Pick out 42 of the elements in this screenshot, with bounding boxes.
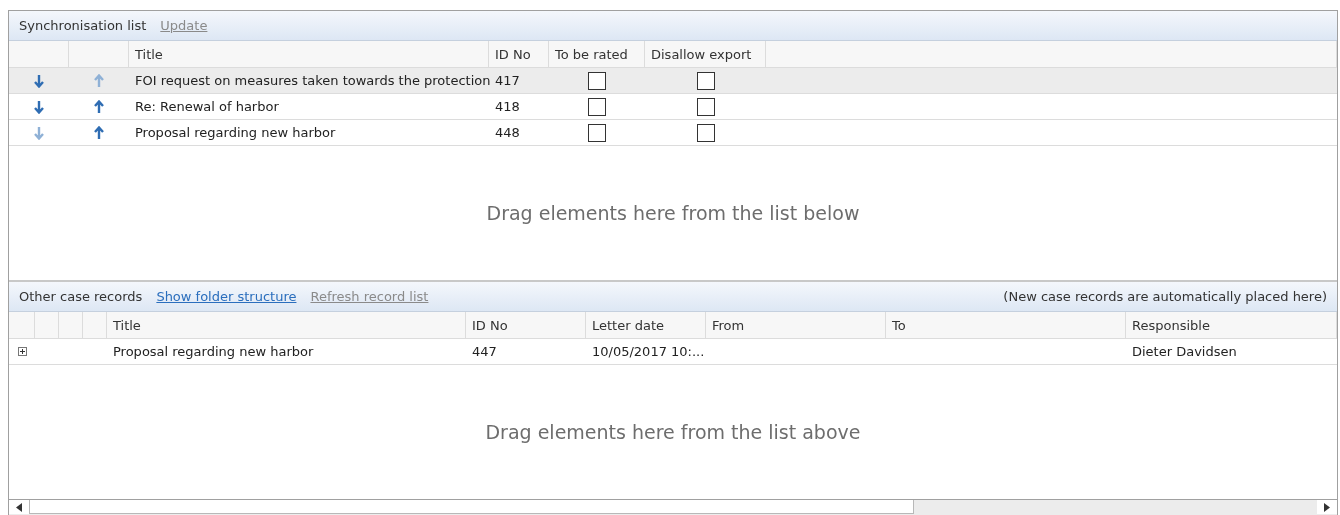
table-row[interactable]: FOI request on measures taken towards the protection 417 [9,68,1337,94]
arrow-down-icon[interactable] [34,99,44,114]
column-header[interactable]: Letter date [586,312,706,338]
table-cell-text: 418 [494,98,521,116]
table-cell-text: 417 [494,72,521,90]
table-cell-text: Re: Renewal of harbor [134,98,280,116]
column-header[interactable]: To [886,312,1126,338]
checkbox[interactable] [696,123,715,142]
info-note: (New case records are automatically placed here) [1003,289,1327,304]
scroll-right-icon[interactable] [1324,502,1330,512]
column-header[interactable]: Title [107,312,466,338]
checkbox[interactable] [696,97,715,116]
column-header[interactable]: Title [129,41,489,67]
checkbox[interactable] [588,123,606,142]
table-cell-text: Proposal regarding new harbor [134,124,337,142]
table-cell-text: Proposal regarding new harbor [112,343,315,361]
arrow-up-icon[interactable] [94,99,104,114]
column-header[interactable]: To be rated [549,41,645,67]
table-cell-text: 447 [471,343,498,361]
section-title: Other case records [19,289,143,304]
horizontal-scrollbar[interactable] [9,499,1337,515]
arrow-up-icon[interactable] [94,125,104,140]
drop-hint: Drag elements here from the list below [486,202,860,224]
scrollbar-thumb[interactable] [29,500,914,514]
table-cell-text: FOI request on measures taken towards the protection [134,72,489,90]
column-header[interactable]: ID No [489,41,549,67]
column-header[interactable]: ID No [466,312,586,338]
column-header[interactable]: Responsible [1126,312,1337,338]
arrow-down-icon[interactable] [34,73,44,88]
checkbox[interactable] [696,71,715,90]
section-title: Synchronisation list [19,18,147,33]
checkbox[interactable] [588,97,606,116]
table-cell-text: 448 [494,124,521,142]
expand-icon[interactable] [17,347,27,356]
drop-hint: Drag elements here from the list above [485,421,861,443]
checkbox[interactable] [588,71,606,90]
column-header[interactable]: Disallow export [645,41,766,67]
table-cell-text: Dieter Davidsen [1131,343,1238,361]
column-header[interactable]: From [706,312,886,338]
table-cell-text: 10/05/2017 10:... [591,343,706,361]
toolbar-link[interactable]: Show folder structure [156,289,297,304]
scroll-left-icon[interactable] [16,502,22,512]
